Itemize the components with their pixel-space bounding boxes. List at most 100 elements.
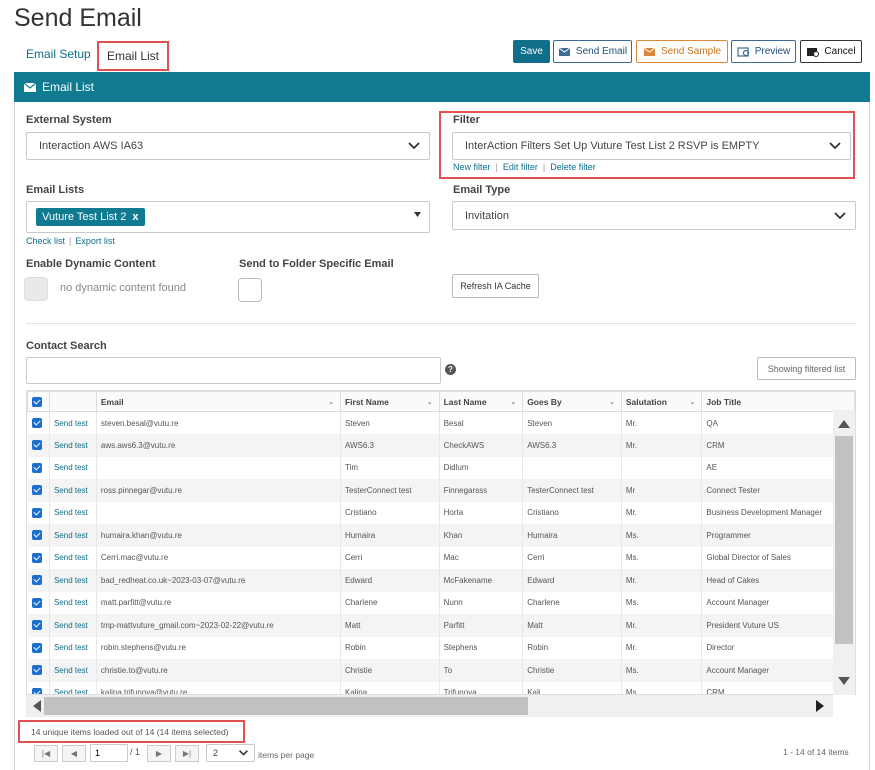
next-page-button[interactable]: ▶ xyxy=(147,745,171,762)
table-row[interactable]: Send test ross.pinnegar@vutu.re TesterConn… xyxy=(27,479,855,502)
last-page-button[interactable]: ▶| xyxy=(175,745,199,762)
table-row[interactable]: Send test Tim Didlum AE xyxy=(27,456,855,479)
column-menu-icon[interactable]: ⌄ xyxy=(510,398,516,406)
row-checkbox[interactable] xyxy=(31,687,42,694)
vertical-scrollbar-thumb[interactable] xyxy=(835,436,853,644)
row-checkbox[interactable] xyxy=(31,642,42,653)
column-header-job-title[interactable]: Job Title xyxy=(701,391,855,412)
select-all-checkbox[interactable] xyxy=(32,396,42,407)
row-select-cell[interactable] xyxy=(27,546,50,569)
first-page-button[interactable]: |◀ xyxy=(34,745,58,762)
row-checkbox[interactable] xyxy=(31,507,42,518)
scroll-left-icon[interactable] xyxy=(33,700,41,712)
showing-filtered-list-button[interactable]: Showing filtered list xyxy=(757,357,856,380)
table-row[interactable]: Send test christie.to@vutu.re Christie To Ch… xyxy=(27,659,855,682)
column-header-goes-by[interactable]: Goes By ⌄ xyxy=(522,391,622,412)
row-select-cell[interactable] xyxy=(27,479,50,502)
help-icon[interactable]: ? xyxy=(445,364,456,375)
email-type-select[interactable]: Invitation xyxy=(452,201,856,230)
remove-tag-icon[interactable]: x xyxy=(132,211,138,223)
email-lists-multiselect[interactable]: Vuture Test List 2 x xyxy=(26,201,430,233)
row-select-cell[interactable] xyxy=(27,411,50,434)
filter-select[interactable]: InterAction Filters Set Up Vuture Test L… xyxy=(452,132,851,160)
column-header-salutation[interactable]: Salutation ⌄ xyxy=(620,391,703,412)
send-test-link[interactable]: Send test xyxy=(54,688,88,694)
row-checkbox[interactable] xyxy=(31,597,42,608)
row-select-cell[interactable] xyxy=(27,591,50,614)
table-row[interactable]: Send test Cristiano Horta Cristiano Mr. Busin… xyxy=(27,501,855,524)
refresh-ia-cache-button[interactable]: Refresh IA Cache xyxy=(452,274,539,298)
preview-button[interactable]: Preview xyxy=(731,40,796,63)
send-email-button[interactable]: Send Email xyxy=(553,40,632,63)
table-row[interactable]: Send test humaira.khan@vutu.re Humaira Khan… xyxy=(27,524,855,547)
row-select-cell[interactable] xyxy=(27,501,50,524)
table-row[interactable]: Send test tmp-mattvuture_gmail.com~2023-0… xyxy=(27,614,855,637)
send-sample-button[interactable]: Send Sample xyxy=(636,40,728,63)
horizontal-scrollbar-thumb[interactable] xyxy=(44,697,528,715)
scroll-up-icon[interactable] xyxy=(838,420,850,428)
check-list-link[interactable]: Check list xyxy=(26,236,65,246)
scroll-right-icon[interactable] xyxy=(816,700,824,712)
page-size-select[interactable]: 2 xyxy=(206,744,255,762)
row-select-cell[interactable] xyxy=(27,614,50,637)
row-checkbox[interactable] xyxy=(31,485,42,496)
folder-specific-checkbox[interactable] xyxy=(238,278,262,302)
send-test-link[interactable]: Send test xyxy=(54,441,88,450)
row-checkbox[interactable] xyxy=(31,665,42,676)
send-test-link[interactable]: Send test xyxy=(54,486,88,495)
row-checkbox[interactable] xyxy=(31,530,42,541)
column-header-first-name[interactable]: First Name ⌄ xyxy=(339,391,440,412)
delete-filter-link[interactable]: Delete filter xyxy=(550,162,596,172)
send-test-link[interactable]: Send test xyxy=(54,666,88,675)
send-test-link[interactable]: Send test xyxy=(54,598,88,607)
row-select-cell[interactable] xyxy=(27,434,50,457)
row-select-cell[interactable] xyxy=(27,524,50,547)
export-list-link[interactable]: Export list xyxy=(75,236,115,246)
row-select-cell[interactable] xyxy=(27,659,50,682)
column-menu-icon[interactable]: ⌄ xyxy=(427,398,433,406)
table-row[interactable]: Send test kalina.trifunova@vutu.re Kalina T… xyxy=(27,681,855,694)
row-checkbox[interactable] xyxy=(31,620,42,631)
send-test-link[interactable]: Send test xyxy=(54,643,88,652)
send-test-link[interactable]: Send test xyxy=(54,531,88,540)
column-menu-icon[interactable]: ⌄ xyxy=(689,398,695,406)
prev-page-button[interactable]: ◀ xyxy=(62,745,86,762)
column-header-last-name[interactable]: Last Name ⌄ xyxy=(438,391,524,412)
email-cell: ross.pinnegar@vutu.re xyxy=(96,479,341,502)
row-checkbox[interactable] xyxy=(31,440,42,451)
table-row[interactable]: Send test Cerri.mac@vutu.re Cerri Mac Cerri M… xyxy=(27,546,855,569)
select-all-cell[interactable] xyxy=(27,391,50,412)
table-row[interactable]: Send test matt.parfitt@vutu.re Charlene Nun… xyxy=(27,591,855,614)
cancel-button[interactable]: Cancel xyxy=(800,40,862,63)
table-row[interactable]: Send test robin.stephens@vutu.re Robin Step… xyxy=(27,636,855,659)
row-checkbox[interactable] xyxy=(31,418,42,428)
send-test-link[interactable]: Send test xyxy=(54,508,88,517)
send-test-link[interactable]: Send test xyxy=(54,553,88,562)
send-test-link[interactable]: Send test xyxy=(54,419,88,428)
send-test-link[interactable]: Send test xyxy=(54,463,88,472)
column-header-email[interactable]: Email ⌄ xyxy=(95,391,341,412)
row-checkbox[interactable] xyxy=(31,575,42,586)
column-menu-icon[interactable]: ⌄ xyxy=(609,398,615,406)
row-checkbox[interactable] xyxy=(31,462,42,473)
row-select-cell[interactable] xyxy=(27,569,50,592)
table-row[interactable]: Send test bad_redheat.co.uk~2023-03-07@vu… xyxy=(27,569,855,592)
external-system-select[interactable]: Interaction AWS IA63 xyxy=(26,132,430,160)
contact-search-input[interactable] xyxy=(26,357,441,384)
save-button[interactable]: Save xyxy=(513,40,550,63)
column-menu-icon[interactable]: ⌄ xyxy=(328,398,334,406)
tab-email-list[interactable]: Email List xyxy=(97,41,169,71)
row-select-cell[interactable] xyxy=(27,456,50,479)
send-test-link[interactable]: Send test xyxy=(54,621,88,630)
row-checkbox[interactable] xyxy=(31,552,42,563)
table-row[interactable]: Send test aws.aws6.3@vutu.re AWS6.3 CheckAW… xyxy=(27,434,855,457)
table-row[interactable]: Send test steven.besal@vutu.re Steven Besal… xyxy=(27,411,855,434)
page-number-input[interactable] xyxy=(90,744,128,762)
tab-email-setup[interactable]: Email Setup xyxy=(26,47,91,61)
scroll-down-icon[interactable] xyxy=(838,677,850,685)
edit-filter-link[interactable]: Edit filter xyxy=(503,162,538,172)
new-filter-link[interactable]: New filter xyxy=(453,162,491,172)
send-test-link[interactable]: Send test xyxy=(54,576,88,585)
row-select-cell[interactable] xyxy=(27,681,50,694)
row-select-cell[interactable] xyxy=(27,636,50,659)
